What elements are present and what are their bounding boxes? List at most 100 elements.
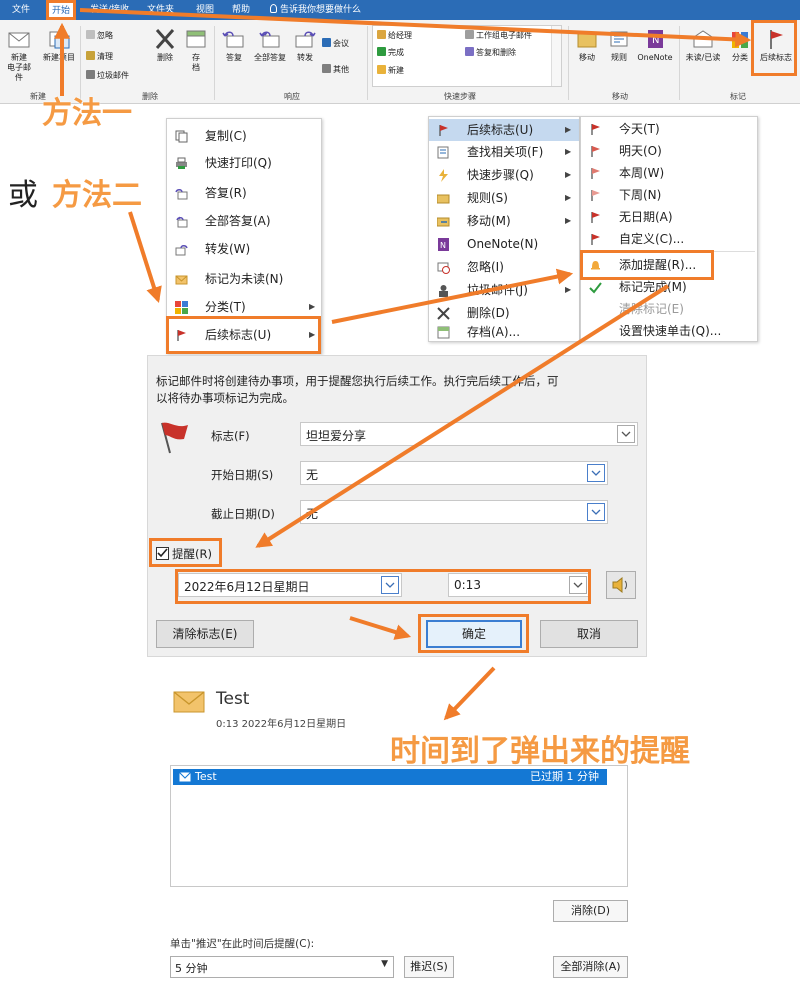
forward-icon [295, 31, 316, 48]
ignore-button[interactable]: 忽略 [86, 30, 113, 42]
menu-item-tomorrow[interactable]: 明天(O) [581, 140, 757, 162]
junk-button[interactable]: 垃圾邮件 [86, 70, 129, 82]
archive-icon [437, 326, 450, 339]
menu-item-today[interactable]: 今天(T) [581, 118, 757, 140]
menu-item-this-week[interactable]: 本周(W) [581, 162, 757, 184]
quick-step-new[interactable]: 新建 [377, 65, 404, 77]
flag-select[interactable]: 坦坦爱分享 [300, 422, 638, 446]
snooze-button[interactable]: 推迟(S) [404, 956, 454, 978]
chevron-down-icon[interactable] [587, 503, 605, 521]
reply-button[interactable]: 答复 [220, 28, 248, 63]
quick-step-manager[interactable]: 给经理 [377, 30, 412, 42]
menu-item-next-week[interactable]: 下周(N) [581, 184, 757, 206]
group-label-delete: 删除 [142, 92, 158, 101]
meeting-button[interactable]: 会议 [322, 38, 349, 50]
chevron-down-icon[interactable] [587, 464, 605, 482]
menu-item-junk[interactable]: 垃圾邮件(J) ▶ [429, 279, 579, 301]
new-items-button[interactable]: 新建项目 [40, 28, 78, 63]
rules-button[interactable]: 规则 [605, 28, 633, 63]
dismiss-button[interactable]: 消除(D) [553, 900, 628, 922]
menu-item-copy[interactable]: 复制(C) [167, 125, 321, 147]
tab-file[interactable]: 文件 [12, 3, 30, 18]
snooze-select[interactable]: 5 分钟 ▼ [170, 956, 394, 978]
menu-item-archive[interactable]: 存档(A)... [429, 321, 579, 343]
reminder-list[interactable]: Test 已过期 1 分钟 [170, 765, 628, 887]
menu-item-onenote[interactable]: N OneNote(N) [429, 233, 579, 255]
gallery-scrollbar[interactable] [551, 26, 561, 86]
menu-item-move[interactable]: 移动(M) ▶ [429, 210, 579, 232]
delete-label: 删除 [157, 53, 173, 62]
menu-item-forward[interactable]: 转发(W) [167, 238, 321, 260]
meeting-icon [322, 38, 331, 47]
unread-read-button[interactable]: 未读/已读 [681, 28, 725, 63]
menu-item-follow-up[interactable]: 后续标志(U) ▶ [429, 119, 579, 141]
delete-button[interactable]: 删除 [152, 28, 178, 63]
reminder-sound-button[interactable] [606, 571, 636, 599]
group-divider [679, 26, 680, 100]
start-date-field[interactable]: 无 [300, 461, 608, 485]
reminder-list-row[interactable]: Test 已过期 1 分钟 [173, 769, 607, 785]
quick-step-reply-delete[interactable]: 答复和删除 [465, 47, 516, 59]
dialog-description-line2: 以将待办事项标记为完成。 [156, 391, 294, 405]
menu-item-rules[interactable]: 规则(S) ▶ [429, 187, 579, 209]
quick-step-done[interactable]: 完成 [377, 47, 404, 59]
envelope-open-icon [693, 30, 713, 48]
due-date-label: 截止日期(D) [211, 507, 275, 521]
tell-me-search[interactable]: 告诉我你想要做什么 [270, 3, 361, 18]
check-icon [589, 282, 602, 294]
group-divider [214, 26, 215, 100]
svg-text:N: N [440, 241, 446, 250]
group-label-respond: 响应 [284, 92, 300, 101]
lightning-icon [377, 65, 386, 74]
reply-all-button[interactable]: 全部答复 [250, 28, 290, 63]
tab-help[interactable]: 帮助 [232, 3, 250, 18]
menu-item-label: 垃圾邮件(J) [467, 283, 528, 297]
group-label-move: 移动 [612, 92, 628, 101]
menu-item-no-date[interactable]: 无日期(A) [581, 206, 757, 228]
forward-button[interactable]: 转发 [292, 28, 318, 63]
qs-manager-label: 给经理 [388, 31, 412, 40]
envelope-icon [465, 30, 474, 39]
tab-send-receive[interactable]: 发送/接收 [90, 3, 129, 18]
menu-item-custom[interactable]: 自定义(C)... [581, 228, 757, 250]
menu-item-quick-steps[interactable]: 快速步骤(Q) ▶ [429, 164, 579, 186]
due-date-field[interactable]: 无 [300, 500, 608, 524]
archive-button[interactable]: 存 档 [184, 28, 208, 73]
submenu-arrow-icon: ▶ [565, 285, 572, 294]
move-button[interactable]: 移动 [574, 28, 600, 63]
chevron-down-icon[interactable]: ▼ [381, 959, 388, 969]
tab-folder[interactable]: 文件夹 [147, 3, 174, 18]
flag-icon [591, 124, 600, 135]
menu-item-label: 设置快速单击(Q)... [619, 324, 722, 338]
menu-item-categorize[interactable]: 分类(T) ▶ [167, 296, 321, 318]
menu-item-quick-print[interactable]: 快速打印(Q) [167, 152, 321, 174]
qs-new-label: 新建 [388, 66, 404, 75]
cancel-button[interactable]: 取消 [540, 620, 638, 648]
menu-item-label: 移动(M) [467, 214, 511, 228]
menu-item-reply[interactable]: 答复(R) [167, 182, 321, 204]
reply-all-label: 全部答复 [254, 53, 286, 62]
ignore-icon [86, 30, 95, 39]
menu-item-set-quick-click[interactable]: 设置快速单击(Q)... [581, 320, 757, 342]
chevron-down-icon[interactable] [617, 425, 635, 443]
dismiss-all-button[interactable]: 全部消除(A) [553, 956, 628, 978]
menu-item-reply-all[interactable]: 全部答复(A) [167, 210, 321, 232]
menu-item-mark-unread[interactable]: 标记为未读(N) [167, 268, 321, 290]
clean-up-button[interactable]: 清理 [86, 51, 113, 63]
flag-icon [591, 146, 600, 157]
quick-step-team-email[interactable]: 工作组电子邮件 [465, 30, 532, 42]
flag-icon [591, 234, 600, 245]
menu-item-find-related[interactable]: 查找相关项(F) ▶ [429, 141, 579, 163]
onenote-button[interactable]: N OneNote [633, 28, 677, 63]
red-flag-icon [161, 422, 188, 454]
menu-item-ignore[interactable]: 忽略(I) [429, 256, 579, 278]
quick-steps-gallery[interactable]: 给经理 完成 新建 工作组电子邮件 答复和删除 [372, 25, 562, 87]
menu-item-label: 自定义(C)... [619, 232, 685, 246]
clear-flag-button[interactable]: 清除标志(E) [156, 620, 254, 648]
more-button[interactable]: 其他 [322, 64, 349, 76]
reply-icon [465, 47, 474, 56]
tab-view[interactable]: 视图 [196, 3, 214, 18]
reply-icon [175, 189, 188, 200]
new-email-button[interactable]: 新建 电子邮件 [4, 28, 34, 83]
categorize-button[interactable]: 分类 [727, 28, 753, 63]
